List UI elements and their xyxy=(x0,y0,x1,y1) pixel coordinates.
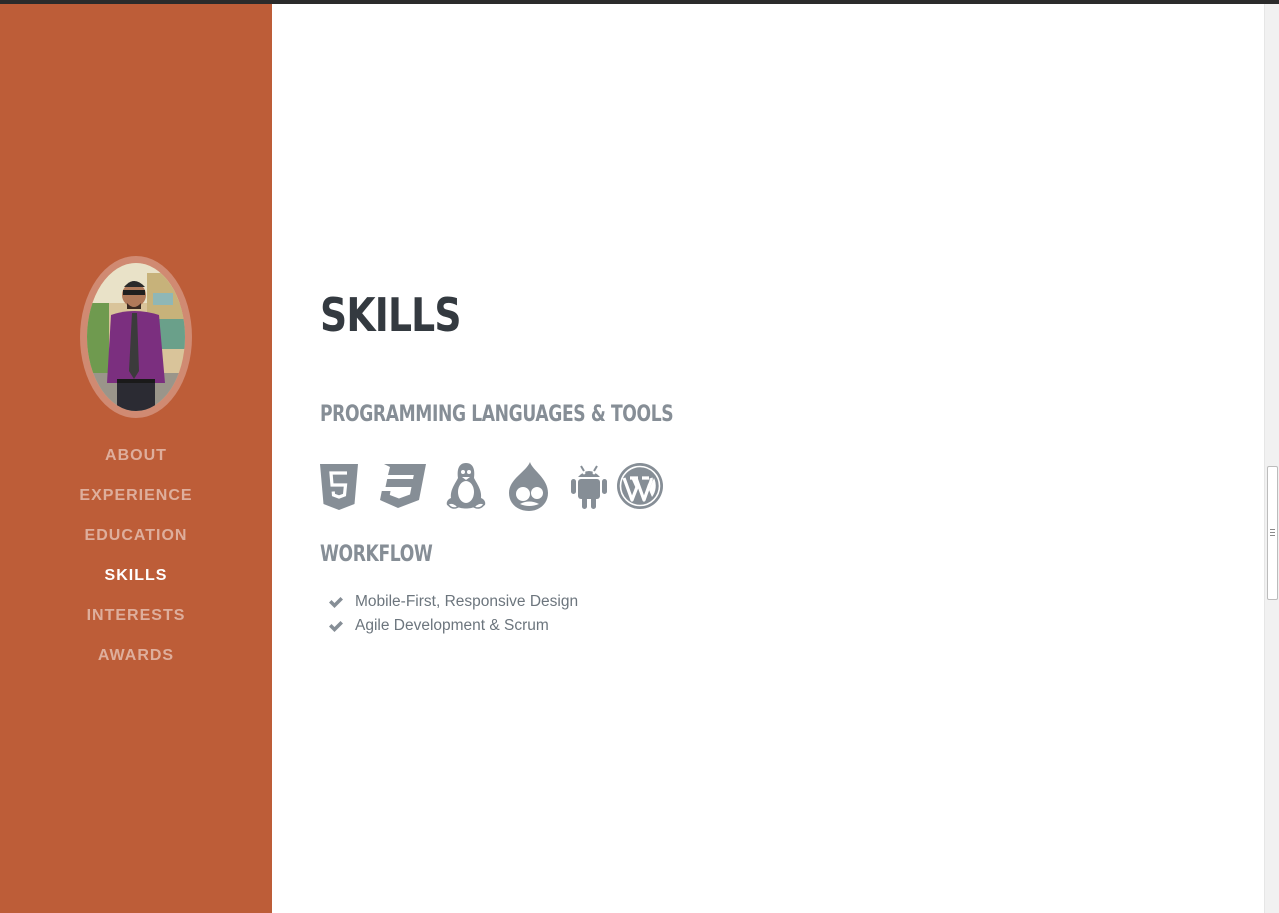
linux-icon xyxy=(444,462,488,512)
nav-item-experience: EXPERIENCE xyxy=(0,482,272,522)
sidebar: ABOUT EXPERIENCE EDUCATION SKILLS INTERE… xyxy=(0,4,272,913)
scrollbar-grip-icon xyxy=(1270,529,1275,538)
page-title: SKILLS xyxy=(320,288,462,342)
vertical-scrollbar[interactable] xyxy=(1264,4,1279,913)
avatar[interactable] xyxy=(80,256,192,418)
tools-heading: PROGRAMMING LANGUAGES & TOOLS xyxy=(320,402,674,427)
main-content: SKILLS PROGRAMMING LANGUAGES & TOOLS WOR… xyxy=(272,4,1264,913)
check-icon xyxy=(329,597,343,608)
list-item: Agile Development & Scrum xyxy=(328,614,578,638)
scrollbar-thumb[interactable] xyxy=(1267,466,1278,600)
wordpress-icon xyxy=(616,462,664,510)
nav-link-education[interactable]: EDUCATION xyxy=(85,527,188,544)
html5-icon xyxy=(320,464,358,510)
android-icon xyxy=(570,464,608,510)
workflow-heading: WORKFLOW xyxy=(320,542,433,567)
check-icon xyxy=(329,621,343,632)
css3-icon xyxy=(378,464,426,508)
avatar-photo xyxy=(87,263,185,411)
workflow-list: Mobile-First, Responsive Design Agile De… xyxy=(328,590,578,638)
nav-link-about[interactable]: ABOUT xyxy=(105,447,167,464)
nav-item-about: ABOUT xyxy=(0,442,272,482)
sidebar-nav: ABOUT EXPERIENCE EDUCATION SKILLS INTERE… xyxy=(0,442,272,682)
nav-item-education: EDUCATION xyxy=(0,522,272,562)
list-item: Mobile-First, Responsive Design xyxy=(328,590,578,614)
workflow-item-text: Agile Development & Scrum xyxy=(355,617,549,634)
workflow-item-text: Mobile-First, Responsive Design xyxy=(355,593,579,610)
nav-link-skills[interactable]: SKILLS xyxy=(105,567,168,584)
nav-link-awards[interactable]: AWARDS xyxy=(98,647,174,664)
nav-item-skills: SKILLS xyxy=(0,562,272,602)
nav-link-experience[interactable]: EXPERIENCE xyxy=(79,487,192,504)
nav-item-interests: INTERESTS xyxy=(0,602,272,642)
drupal-icon xyxy=(508,462,550,512)
nav-link-interests[interactable]: INTERESTS xyxy=(87,607,186,624)
nav-item-awards: AWARDS xyxy=(0,642,272,682)
